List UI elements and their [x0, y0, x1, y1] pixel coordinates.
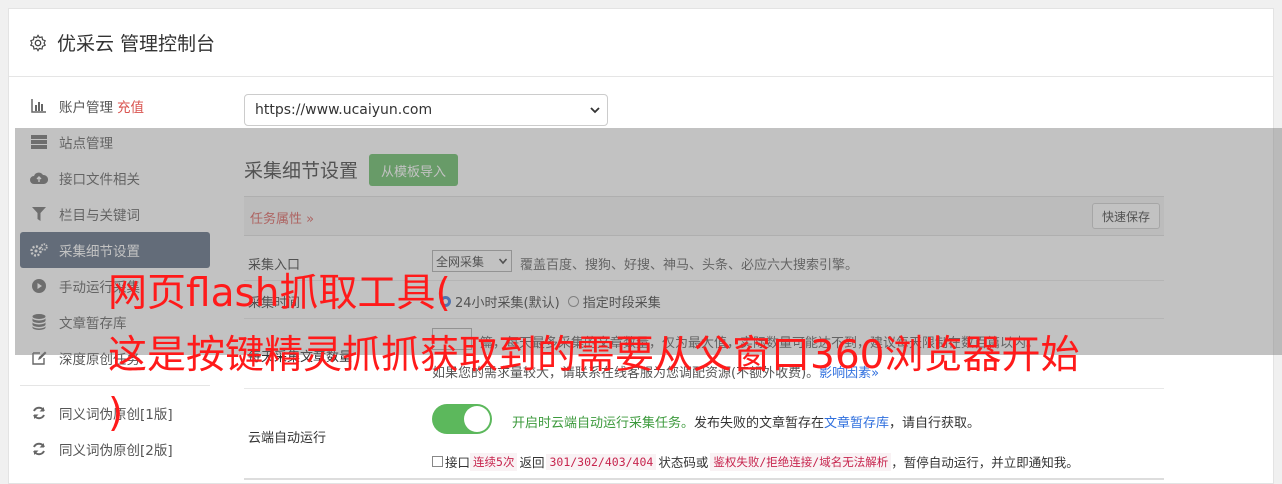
- pause-notify-checkbox[interactable]: [432, 456, 443, 467]
- recharge-link[interactable]: 充值: [117, 96, 144, 116]
- article-storage-link[interactable]: 文章暂存库: [824, 416, 889, 431]
- page-title: 优采云 管理控制台: [57, 33, 216, 55]
- sidebar-divider: [20, 385, 210, 386]
- code-consecutive: 连续5次: [470, 452, 518, 471]
- watermark-line-2: 这是按键精灵抓抓获取到的需要从父窗口360浏览器开始: [108, 333, 1080, 378]
- cloud-desc-green: 开启时云端自动运行采集任务。: [512, 416, 695, 431]
- cb-prefix: 接口: [445, 455, 471, 470]
- sidebar-item-synonym-v2[interactable]: 同义词伪原创[2版]: [20, 431, 210, 467]
- cb-mid2: 状态码或: [658, 455, 709, 470]
- refresh-icon: [30, 441, 48, 457]
- sidebar-item-account[interactable]: 账户管理 充值: [20, 88, 210, 124]
- chevron-down-icon: [590, 107, 600, 114]
- watermark-line-3: ): [108, 391, 124, 436]
- refresh-icon: [30, 405, 48, 421]
- cb-tail: ，暂停自动运行，并立即通知我。: [891, 455, 1079, 470]
- cloud-run-label: 云端自动运行: [248, 431, 327, 446]
- bar-chart-icon: [30, 98, 48, 114]
- code-errors: 鉴权失败/拒绝连接/域名无法解析: [710, 452, 892, 471]
- cb-mid1: 返回: [519, 455, 545, 470]
- watermark-line-1: 网页flash抓取工具(: [108, 271, 451, 316]
- toggle-knob: [464, 406, 490, 432]
- cloud-description: 开启时云端自动运行采集任务。发布失败的文章暂存在文章暂存库，请自行获取。: [512, 412, 980, 431]
- gear-icon: [29, 33, 47, 52]
- row-divider: [244, 388, 1164, 389]
- code-status: 301/302/403/404: [546, 453, 657, 470]
- site-select-value: https://www.ucaiyun.com: [255, 102, 433, 118]
- pause-notify-row: 接口 连续5次 返回 301/302/403/404 状态码或 鉴权失败/拒绝连…: [432, 452, 1079, 471]
- cloud-run-toggle[interactable]: [432, 404, 492, 434]
- bottom-divider: [244, 478, 1164, 480]
- site-select[interactable]: https://www.ucaiyun.com: [244, 94, 608, 126]
- cloud-desc-mid: 发布失败的文章暂存在: [694, 416, 825, 431]
- cloud-desc-end: ，请自行获取。: [889, 416, 981, 431]
- sidebar-item-label: 同义词伪原创[2版]: [59, 443, 173, 459]
- panel-header: 优采云 管理控制台: [9, 9, 1273, 77]
- gray-overlay: [15, 128, 1282, 355]
- sidebar-item-label: 账户管理: [59, 100, 113, 116]
